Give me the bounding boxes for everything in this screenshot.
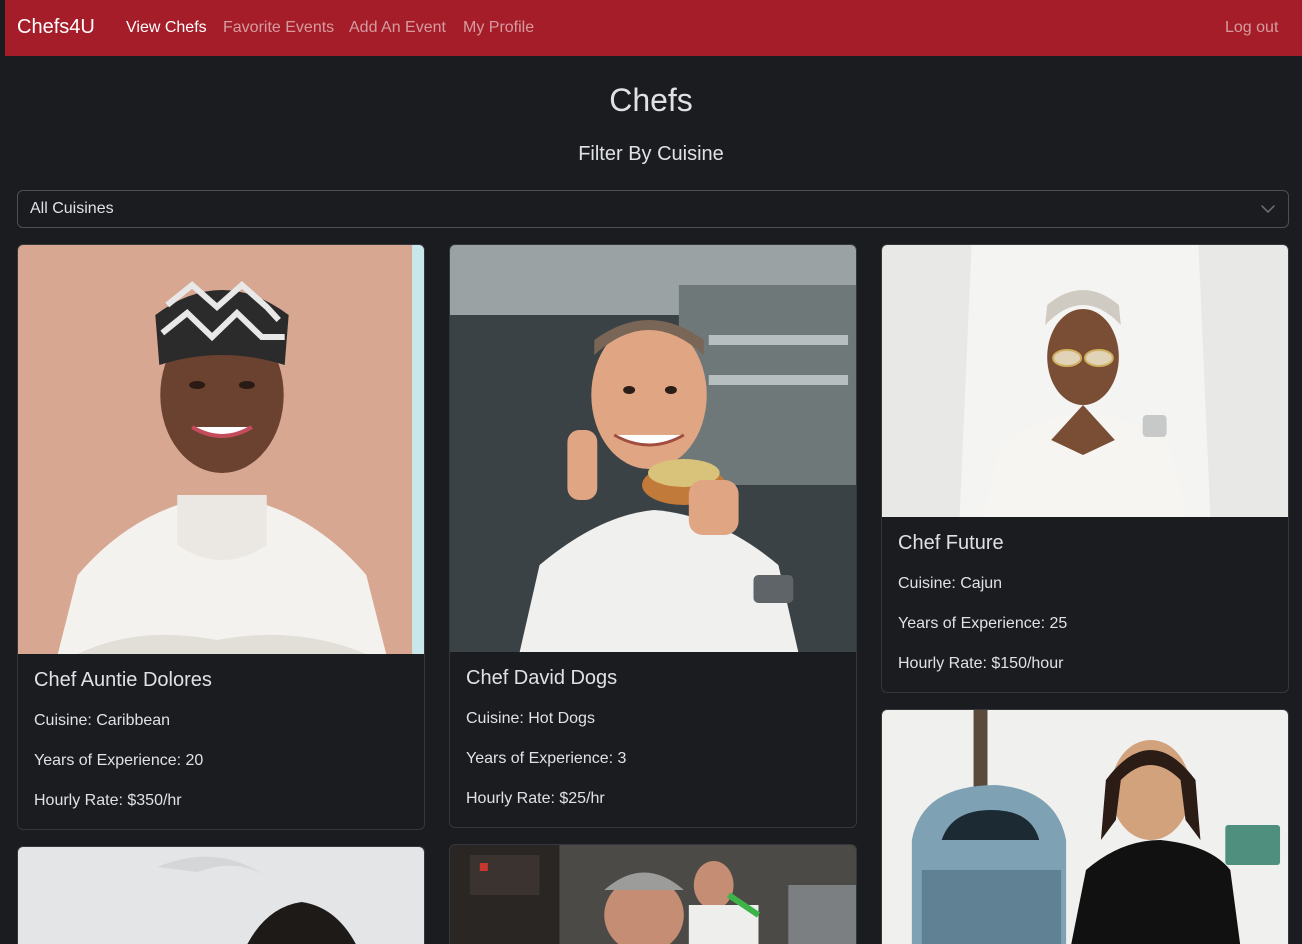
chef-photo (882, 245, 1288, 517)
chef-name: Chef David Dogs (466, 667, 618, 689)
cuisine-select[interactable]: All Cuisines (17, 190, 1289, 228)
chef-photo (18, 847, 424, 944)
brand-link[interactable]: Chefs4U (17, 16, 95, 39)
chef-photo (882, 710, 1288, 944)
nav-link-favorite-events[interactable]: Favorite Events (223, 19, 334, 37)
chef-card (449, 844, 857, 944)
chef-card (881, 709, 1289, 944)
cuisine-select-value: All Cuisines (30, 200, 114, 217)
nav-link-add-an-event[interactable]: Add An Event (349, 19, 446, 37)
chef-card: Chef Auntie Dolores Cuisine: Caribbean Y… (17, 244, 425, 830)
chef-name: Chef Future (898, 532, 1004, 554)
chef-experience: Years of Experience: 25 (898, 615, 1068, 632)
chef-name: Chef Auntie Dolores (34, 669, 212, 691)
nav-link-my-profile[interactable]: My Profile (463, 19, 534, 37)
nav-link-view-chefs[interactable]: View Chefs (126, 19, 207, 37)
chef-experience: Years of Experience: 3 (466, 750, 627, 767)
chef-card (17, 846, 425, 944)
chef-rate: Hourly Rate: $25/hr (466, 790, 605, 807)
chef-photo (18, 245, 424, 654)
navbar: Chefs4U View Chefs Favorite Events Add A… (5, 0, 1302, 56)
chef-cuisine: Cuisine: Hot Dogs (466, 710, 595, 727)
page-title: Chefs (609, 82, 693, 118)
filter-label: Filter By Cuisine (578, 143, 724, 165)
chef-rate: Hourly Rate: $150/hour (898, 655, 1064, 672)
chef-photo (450, 245, 856, 652)
chef-rate: Hourly Rate: $350/hr (34, 792, 182, 809)
chef-experience: Years of Experience: 20 (34, 752, 204, 769)
chef-photo (450, 845, 856, 944)
chef-card: Chef Future Cuisine: Cajun Years of Expe… (881, 244, 1289, 693)
logout-link[interactable]: Log out (1225, 19, 1278, 37)
chef-cuisine: Cuisine: Cajun (898, 575, 1003, 592)
chef-cuisine: Cuisine: Caribbean (34, 712, 171, 729)
chevron-down-icon (1260, 201, 1276, 217)
chef-card: Chef David Dogs Cuisine: Hot Dogs Years … (449, 244, 857, 828)
